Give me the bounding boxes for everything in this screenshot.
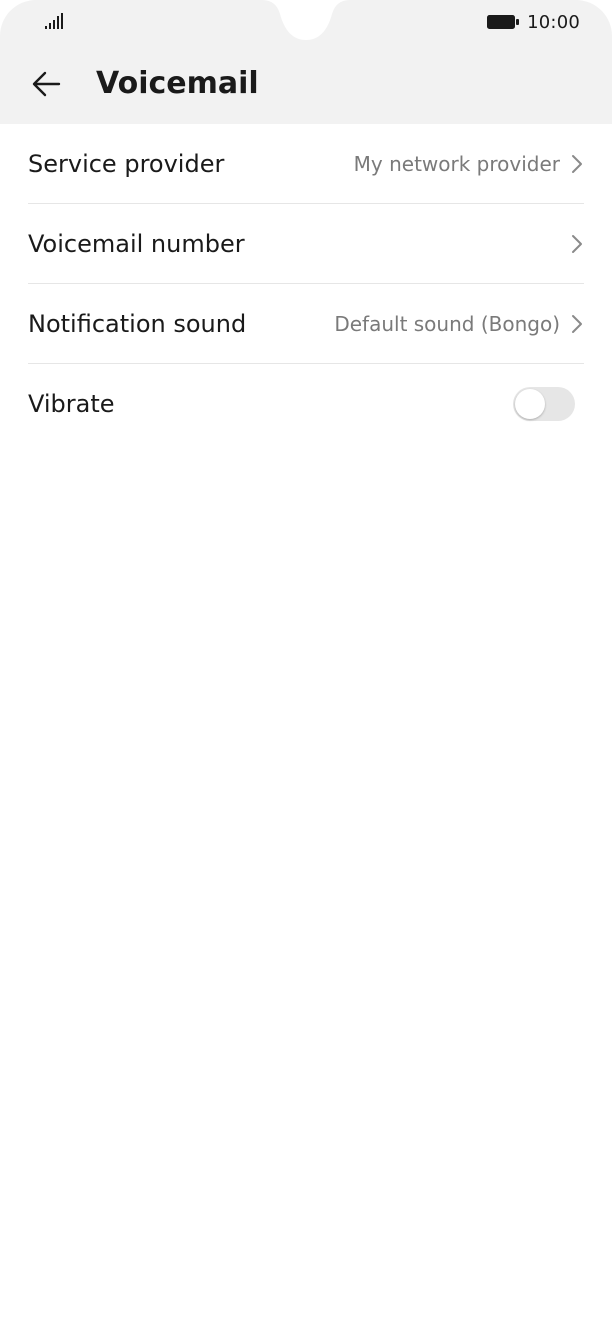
row-label: Vibrate (28, 389, 115, 418)
service-provider-row[interactable]: Service provider My network provider (28, 124, 584, 204)
settings-list: Service provider My network provider Voi… (0, 124, 612, 443)
app-bar: Voicemail (0, 52, 612, 116)
back-button[interactable] (24, 64, 68, 104)
toggle-knob (515, 388, 545, 419)
chevron-right-icon (572, 154, 582, 173)
status-right: 10:00 (487, 8, 580, 36)
top-area: 10:00 Voicemail (0, 0, 612, 124)
page-title: Voicemail (96, 66, 259, 101)
arrow-left-icon (32, 71, 61, 97)
row-value: My network provider (353, 151, 560, 176)
row-label: Service provider (28, 149, 225, 178)
battery-full-icon (487, 15, 520, 29)
vibrate-row[interactable]: Vibrate (28, 364, 584, 443)
chevron-right-icon (572, 234, 582, 253)
row-label: Voicemail number (28, 229, 245, 258)
notification-sound-row[interactable]: Notification sound Default sound (Bongo) (28, 284, 584, 364)
vibrate-toggle[interactable] (513, 386, 575, 421)
chevron-right-icon (572, 314, 582, 333)
status-time: 10:00 (527, 11, 580, 33)
voicemail-number-row[interactable]: Voicemail number (28, 204, 584, 284)
signal-bars-icon (45, 13, 63, 29)
row-label: Notification sound (28, 309, 247, 338)
row-value: Default sound (Bongo) (334, 311, 560, 336)
